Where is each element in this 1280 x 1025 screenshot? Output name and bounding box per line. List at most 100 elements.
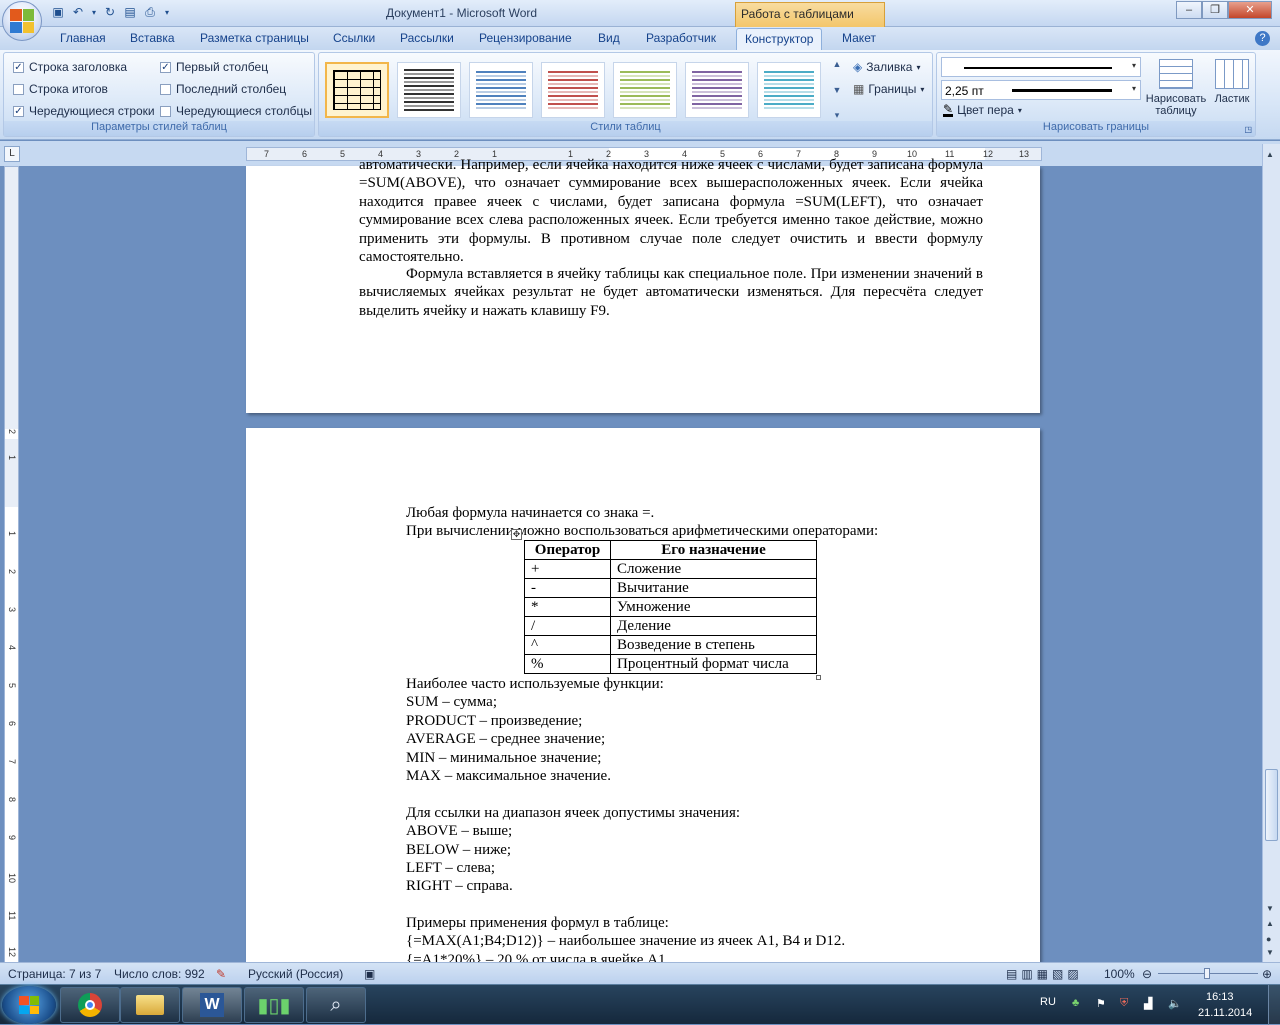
table-cell[interactable]: + bbox=[524, 559, 611, 579]
word-count[interactable]: Число слов: 992 bbox=[114, 967, 205, 981]
clock-date[interactable]: 21.11.2014 bbox=[1198, 1007, 1252, 1019]
tab-insert[interactable]: Вставка bbox=[130, 31, 175, 45]
table-cell[interactable]: - bbox=[524, 578, 611, 598]
zoom-slider-thumb[interactable] bbox=[1204, 968, 1210, 979]
tab-stop-selector[interactable]: L bbox=[4, 146, 20, 162]
chrome-taskbar-icon[interactable] bbox=[60, 987, 120, 1023]
first-column-checkbox[interactable]: ✓ Первый столбец bbox=[160, 60, 268, 74]
browse-object-icon[interactable]: ● bbox=[1266, 934, 1271, 944]
table-cell[interactable]: Деление bbox=[610, 616, 817, 636]
maximize-button[interactable]: ❐ bbox=[1202, 1, 1228, 19]
show-desktop-button[interactable] bbox=[1268, 985, 1280, 1025]
table-cell[interactable]: % bbox=[524, 654, 611, 674]
redo-icon[interactable]: ↻ bbox=[102, 4, 118, 20]
last-column-checkbox[interactable]: Последний столбец bbox=[160, 82, 286, 96]
start-button[interactable] bbox=[2, 986, 56, 1024]
pen-color-button[interactable]: ✎ Цвет пера ▾ bbox=[943, 103, 1022, 117]
banded-rows-checkbox[interactable]: ✓ Чередующиеся строки bbox=[13, 104, 155, 118]
table-resize-handle[interactable] bbox=[816, 675, 821, 680]
tray-app-icon[interactable]: ♣ bbox=[1072, 997, 1079, 1009]
language-indicator[interactable]: Русский (Россия) bbox=[248, 967, 343, 981]
table-cell[interactable]: Процентный формат числа bbox=[610, 654, 817, 674]
tab-layout[interactable]: Макет bbox=[842, 31, 876, 45]
table-style-aqua[interactable] bbox=[757, 62, 821, 118]
tab-design[interactable]: Конструктор bbox=[736, 28, 823, 51]
borders-button[interactable]: ▦ Границы ▾ bbox=[853, 82, 924, 96]
macro-record-icon[interactable]: ▣ bbox=[364, 967, 375, 981]
shading-button[interactable]: ◈ Заливка ▾ bbox=[853, 60, 920, 74]
styles-scroll[interactable]: ▲ ▼ ▾ bbox=[831, 59, 843, 121]
explorer-taskbar-icon[interactable] bbox=[120, 987, 180, 1023]
table-cell[interactable]: Умножение bbox=[610, 597, 817, 617]
scroll-down-icon[interactable]: ▼ bbox=[831, 85, 843, 95]
word-taskbar-icon[interactable]: W bbox=[182, 987, 242, 1023]
table-style-purple[interactable] bbox=[685, 62, 749, 118]
header-row-checkbox[interactable]: ✓ Строка заголовка bbox=[13, 60, 127, 74]
dialog-launcher-icon[interactable]: ◳ bbox=[1244, 125, 1252, 134]
proofing-icon[interactable]: ✎ bbox=[216, 967, 226, 981]
table-cell[interactable]: * bbox=[524, 597, 611, 617]
table-cell[interactable]: Вычитание bbox=[610, 578, 817, 598]
table-cell[interactable]: / bbox=[524, 616, 611, 636]
save-icon[interactable]: ▣ bbox=[50, 4, 66, 20]
document-page[interactable]: автоматически. Например, если ячейка нах… bbox=[246, 157, 1040, 413]
vertical-ruler[interactable]: 2 1 1 2 3 4 5 6 7 8 9 10 11 12 bbox=[4, 166, 19, 963]
table-style-blue[interactable] bbox=[469, 62, 533, 118]
volume-icon[interactable]: 🔈 bbox=[1168, 997, 1182, 1010]
table-cell[interactable]: ^ bbox=[524, 635, 611, 655]
undo-icon[interactable]: ↶ bbox=[70, 4, 86, 20]
print-icon[interactable]: ⎙ bbox=[142, 4, 158, 20]
network-icon[interactable]: ▟ bbox=[1144, 997, 1152, 1010]
scroll-up-icon[interactable]: ▲ bbox=[831, 59, 843, 69]
vertical-scrollbar[interactable]: ▲ ▼ ▲ ● ▼ bbox=[1262, 144, 1280, 962]
print-preview-icon[interactable]: ▤ bbox=[122, 4, 138, 20]
total-row-checkbox[interactable]: Строка итогов bbox=[13, 82, 108, 96]
table-move-handle-icon[interactable]: ✥ bbox=[511, 529, 522, 540]
table-cell[interactable]: Сложение bbox=[610, 559, 817, 579]
search-app-taskbar-icon[interactable]: ⌕ bbox=[306, 987, 366, 1023]
tab-review[interactable]: Рецензирование bbox=[479, 31, 572, 45]
tab-page-layout[interactable]: Разметка страницы bbox=[200, 31, 309, 45]
tab-developer[interactable]: Разработчик bbox=[646, 31, 716, 45]
minimize-button[interactable]: – bbox=[1176, 1, 1202, 19]
clock-time[interactable]: 16:13 bbox=[1206, 991, 1234, 1003]
pen-weight-dropdown[interactable]: 2,25 пт ▾ bbox=[941, 80, 1141, 100]
table-style-grid[interactable] bbox=[325, 62, 389, 118]
customize-qat-icon[interactable]: ▾ bbox=[162, 4, 172, 20]
close-button[interactable]: ✕ bbox=[1228, 1, 1272, 19]
next-page-icon[interactable]: ▼ bbox=[1266, 948, 1274, 957]
table-style-red[interactable] bbox=[541, 62, 605, 118]
view-buttons[interactable]: ▤▥▦▧▨ bbox=[1006, 967, 1083, 981]
pen-style-dropdown[interactable]: ▾ bbox=[941, 57, 1141, 77]
table-style-green[interactable] bbox=[613, 62, 677, 118]
operators-table[interactable]: Оператор Его назначение + Сложение - Вычит… bbox=[524, 540, 817, 674]
zoom-slider[interactable] bbox=[1158, 968, 1258, 979]
help-icon[interactable]: ? bbox=[1255, 31, 1270, 46]
eraser-button[interactable]: Ластик bbox=[1209, 59, 1255, 105]
table-style-dark[interactable] bbox=[397, 62, 461, 118]
tab-home[interactable]: Главная bbox=[60, 31, 106, 45]
undo-dropdown-icon[interactable]: ▾ bbox=[90, 4, 98, 20]
zoom-in-icon[interactable]: ⊕ bbox=[1262, 967, 1272, 981]
scroll-up-icon[interactable]: ▲ bbox=[1266, 150, 1274, 159]
draw-table-button[interactable]: Нарисовать таблицу bbox=[1143, 59, 1209, 117]
scroll-thumb[interactable] bbox=[1265, 769, 1278, 841]
table-cell[interactable]: Возведение в степень bbox=[610, 635, 817, 655]
zoom-out-icon[interactable]: ⊖ bbox=[1142, 967, 1152, 981]
document-page[interactable]: Любая формула начинается со знака =. При… bbox=[246, 428, 1040, 962]
app-taskbar-icon[interactable]: ▮▯▮ bbox=[244, 987, 304, 1023]
scroll-down-icon[interactable]: ▼ bbox=[1266, 904, 1274, 913]
chevron-down-icon: ▾ bbox=[916, 62, 921, 72]
office-button[interactable] bbox=[2, 1, 42, 41]
action-center-icon[interactable]: ⚑ bbox=[1096, 997, 1106, 1010]
banded-columns-checkbox[interactable]: Чередующиеся столбцы bbox=[160, 104, 312, 118]
previous-page-icon[interactable]: ▲ bbox=[1266, 919, 1274, 928]
more-styles-icon[interactable]: ▾ bbox=[831, 110, 843, 121]
language-bar[interactable]: RU bbox=[1040, 996, 1056, 1008]
page-count[interactable]: Страница: 7 из 7 bbox=[8, 967, 101, 981]
tab-view[interactable]: Вид bbox=[598, 31, 620, 45]
zoom-level[interactable]: 100% bbox=[1104, 967, 1135, 981]
tab-references[interactable]: Ссылки bbox=[333, 31, 375, 45]
tab-mailings[interactable]: Рассылки bbox=[400, 31, 454, 45]
shield-icon[interactable]: ⛨ bbox=[1120, 997, 1128, 1010]
